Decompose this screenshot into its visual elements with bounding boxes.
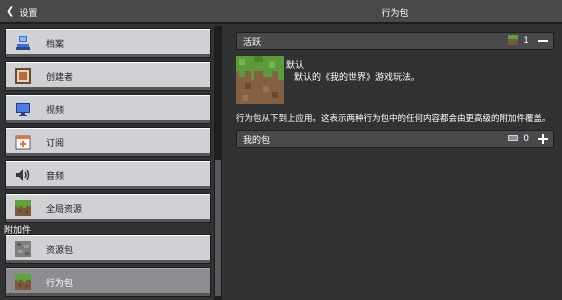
sidebar-item-resource-packs[interactable]: 资源包 (5, 234, 211, 264)
monitor-icon (14, 100, 32, 118)
grass-block-icon (14, 199, 32, 217)
sidebar-item-profile[interactable]: 档案 (5, 28, 211, 58)
collapse-minus-icon[interactable] (538, 40, 548, 42)
subscription-icon (14, 133, 32, 151)
pack-icon (508, 134, 519, 145)
sidebar-item-subscription[interactable]: 订阅 (5, 127, 211, 157)
expand-plus-icon[interactable] (538, 134, 548, 144)
stone-block-icon (14, 240, 32, 258)
grass-block-icon (236, 56, 284, 104)
sidebar-item-label: 资源包 (46, 245, 74, 256)
sidebar-item-label: 创建者 (46, 72, 74, 83)
chevron-left-icon: ❮ (6, 6, 15, 17)
my-packs-label: 我的包 (243, 135, 271, 146)
top-bar: ❮ 设置 行为包 (0, 0, 562, 24)
info-text: 行为包从下到上应用。这表示两种行为包中的任何内容都会由更高级的附加件覆盖。 (236, 114, 551, 124)
my-packs-header[interactable]: 我的包 0 (236, 130, 554, 148)
sidebar-item-video[interactable]: 视频 (5, 94, 211, 124)
my-packs-count: 0 (523, 134, 529, 144)
profile-icon (14, 34, 32, 52)
active-pack-item[interactable]: 默认 默认的《我的世界》游戏玩法。 (236, 56, 554, 106)
sidebar-item-global-resources[interactable]: 全局资源 (5, 193, 211, 223)
sidebar-item-label: 音频 (46, 171, 65, 182)
sidebar-item-label: 视频 (46, 105, 65, 116)
speaker-icon (14, 166, 32, 184)
back-button[interactable]: ❮ 设置 (6, 5, 37, 19)
sidebar-item-behavior-packs[interactable]: 行为包 (5, 267, 211, 297)
sidebar-item-label: 行为包 (46, 278, 74, 289)
sidebar-item-label: 订阅 (46, 138, 65, 149)
active-header-label: 活跃 (243, 37, 262, 48)
active-count: 1 (523, 36, 529, 46)
sidebar-item-label: 档案 (46, 39, 65, 50)
creator-icon (14, 67, 32, 85)
pack-description: 默认的《我的世界》游戏玩法。 (294, 73, 421, 83)
pack-icon (508, 34, 519, 48)
back-label: 设置 (19, 8, 38, 19)
active-packs-header[interactable]: 活跃 1 (236, 32, 554, 50)
sidebar-item-creator[interactable]: 创建者 (5, 61, 211, 91)
main-panel: 活跃 1 默认 默认的《我的世界》游戏玩法。 行为包从下到上应用。这表示两种行为… (228, 26, 562, 300)
page-title: 行为包 (381, 9, 409, 19)
sidebar-item-audio[interactable]: 音频 (5, 160, 211, 190)
sidebar-item-label: 全局资源 (46, 204, 83, 215)
grass-block-icon (14, 273, 32, 291)
sidebar: 档案 创建者 视频 订阅 音频 全局资源 附加件 资源包 行为包 (0, 26, 228, 300)
scrollbar-thumb[interactable] (215, 160, 221, 296)
